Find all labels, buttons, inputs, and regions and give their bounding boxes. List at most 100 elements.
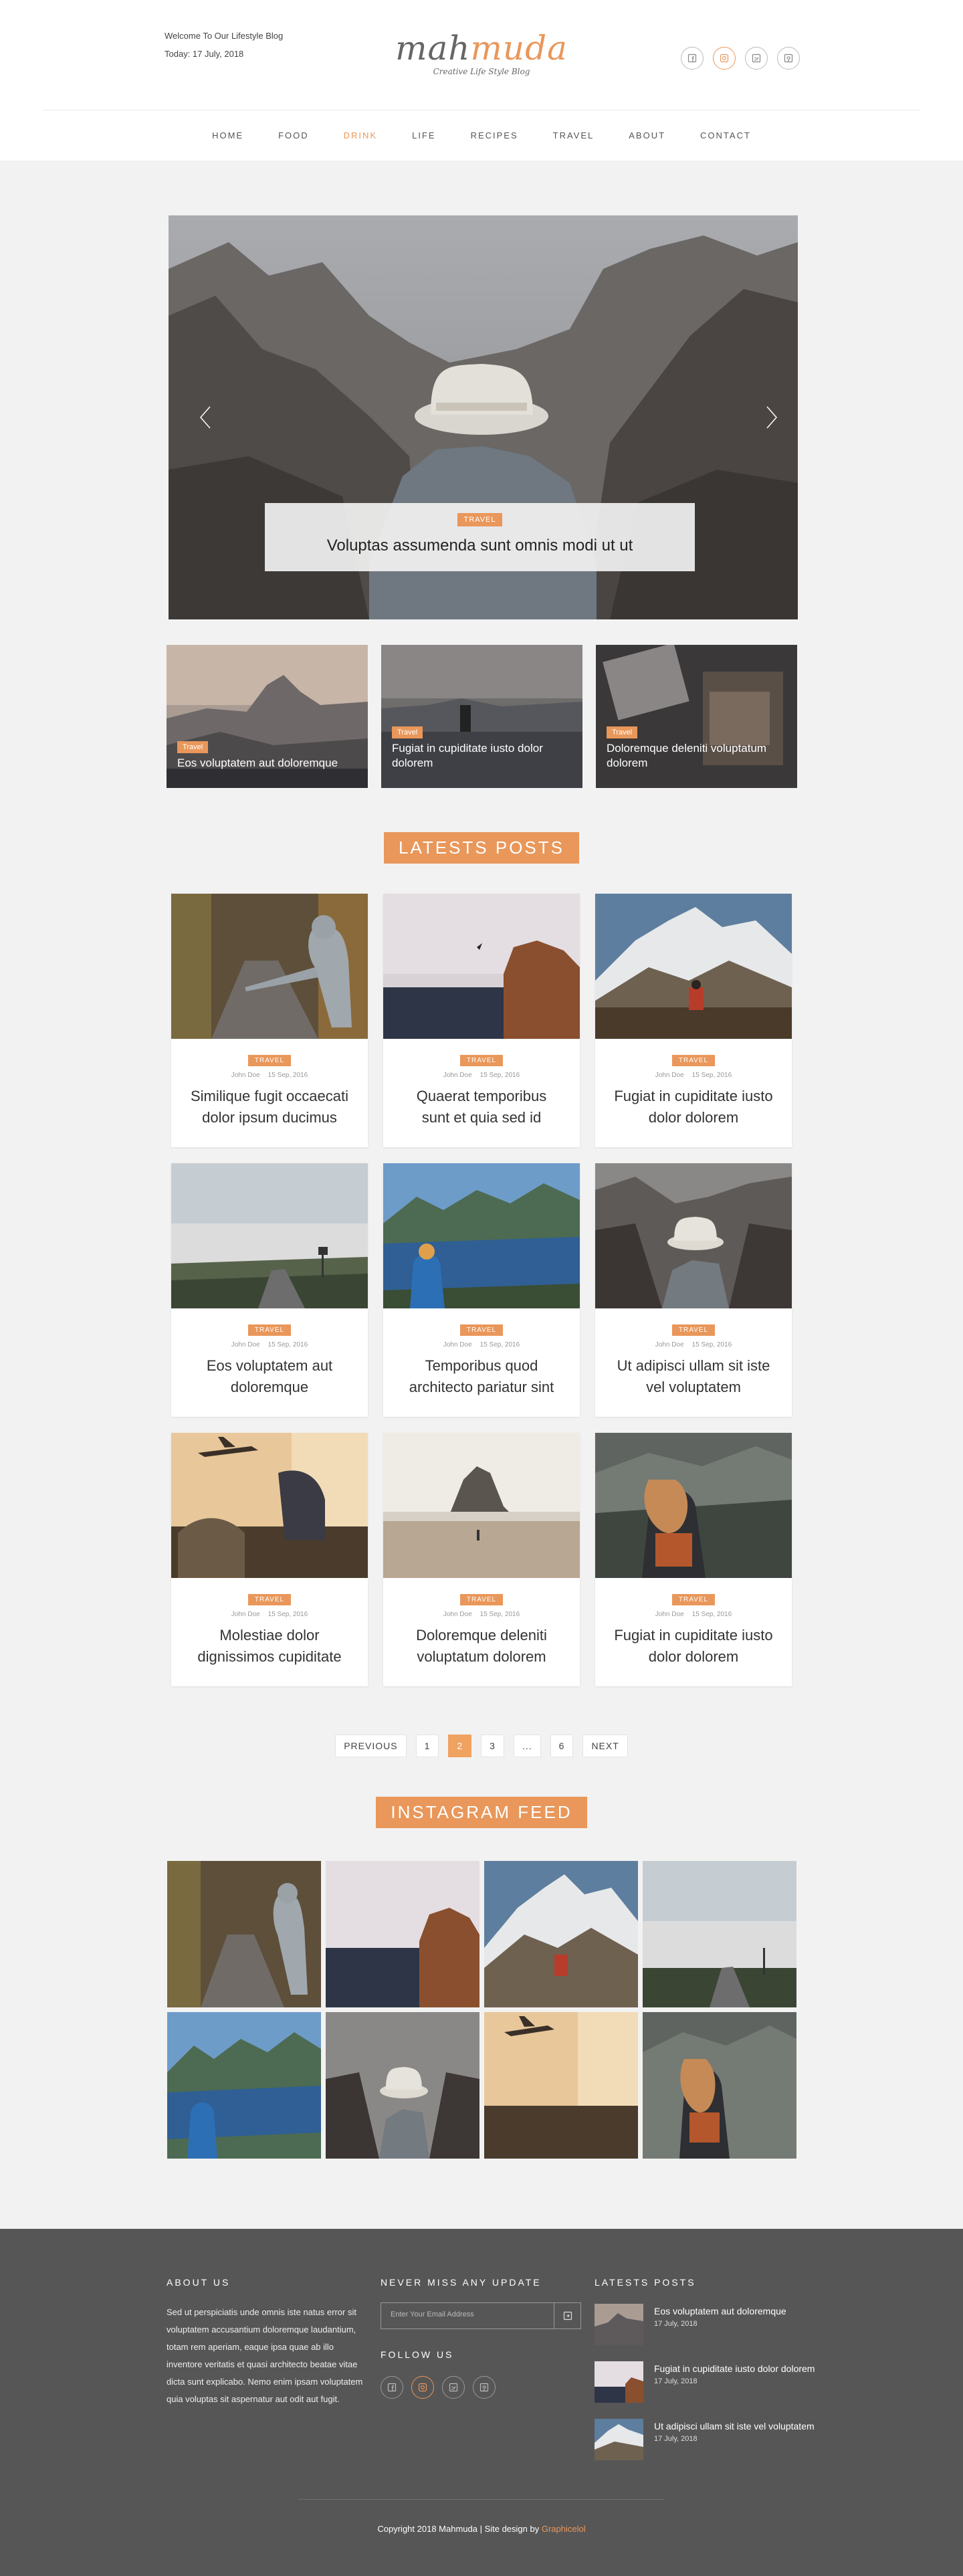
post-tag[interactable]: TRAVEL <box>459 1324 504 1336</box>
post-author[interactable]: John Doe <box>443 1611 472 1618</box>
nav-life[interactable]: LIFE <box>395 130 453 140</box>
nav-contact[interactable]: CONTACT <box>683 130 768 140</box>
facebook-icon[interactable] <box>381 2376 403 2399</box>
nav-recipes[interactable]: RECIPES <box>453 130 536 140</box>
pagination-page[interactable]: 1 <box>415 1735 439 1757</box>
post-author[interactable]: John Doe <box>655 1341 684 1349</box>
nav-about[interactable]: ABOUT <box>611 130 683 140</box>
instagram-photo[interactable] <box>326 2012 479 2159</box>
footer-latest-item[interactable]: Ut adipisci ullam sit iste vel voluptate… <box>595 2419 815 2460</box>
post-tag[interactable]: TRAVEL <box>247 1055 292 1066</box>
instagram-photo[interactable] <box>167 1861 321 2007</box>
post-card[interactable]: TRAVEL John Doe 15 Sep, 2016 Fugiat in cu… <box>595 1433 792 1686</box>
post-title[interactable]: Temporibus quod architecto pariatur sint <box>401 1355 562 1398</box>
post-author[interactable]: John Doe <box>655 1072 684 1079</box>
post-title[interactable]: Similique fugit occaecati dolor ipsum du… <box>189 1086 350 1128</box>
footer-latest-title[interactable]: Ut adipisci ullam sit iste vel voluptate… <box>654 2419 815 2434</box>
nav-drink[interactable]: DRINK <box>326 130 395 140</box>
pinterest-icon[interactable] <box>473 2376 496 2399</box>
post-tag[interactable]: TRAVEL <box>247 1594 292 1605</box>
post-card[interactable]: TRAVEL John Doe 15 Sep, 2016 Quaerat temp… <box>383 894 580 1147</box>
nav-food[interactable]: FOOD <box>261 130 326 140</box>
footer-latest-item[interactable]: Eos voluptatem aut doloremque 17 July, 20… <box>595 2304 815 2345</box>
latest-posts-heading: LATESTS POSTS <box>0 832 963 864</box>
post-title[interactable]: Molestiae dolor dignissimos cupiditate <box>189 1625 350 1668</box>
post-author[interactable]: John Doe <box>231 1341 260 1349</box>
latest-posts-title: LATESTS POSTS <box>383 832 579 864</box>
instagram-photo[interactable] <box>643 2012 796 2159</box>
instagram-photo[interactable] <box>643 1861 796 2007</box>
post-card[interactable]: TRAVEL John Doe 15 Sep, 2016 Similique fu… <box>171 894 368 1147</box>
instagram-grid <box>167 1861 796 2159</box>
featured-title[interactable]: Eos voluptatem aut doloremque <box>177 756 361 771</box>
post-card[interactable]: TRAVEL John Doe 15 Sep, 2016 Doloremque d… <box>383 1433 580 1686</box>
post-tag[interactable]: TRAVEL <box>671 1055 716 1066</box>
featured-card[interactable]: Travel Eos voluptatem aut doloremque <box>167 645 368 788</box>
post-tag[interactable]: TRAVEL <box>459 1594 504 1605</box>
post-title[interactable]: Doloremque deleniti voluptatum dolorem <box>401 1625 562 1668</box>
footer-latest-title[interactable]: Fugiat in cupiditate iusto dolor dolorem <box>654 2361 815 2376</box>
post-card[interactable]: TRAVEL John Doe 15 Sep, 2016 Fugiat in cu… <box>595 894 792 1147</box>
post-title[interactable]: Eos voluptatem aut doloremque <box>189 1355 350 1398</box>
designer-link[interactable]: Graphicelol <box>542 2524 586 2534</box>
twitter-icon[interactable] <box>745 47 768 70</box>
nav-travel[interactable]: TRAVEL <box>536 130 612 140</box>
post-tag[interactable]: TRAVEL <box>671 1594 716 1605</box>
instagram-icon[interactable] <box>411 2376 434 2399</box>
slider-prev-arrow-icon[interactable] <box>195 403 215 432</box>
post-card[interactable]: TRAVEL John Doe 15 Sep, 2016 Ut adipisci … <box>595 1163 792 1417</box>
post-card[interactable]: TRAVEL John Doe 15 Sep, 2016 Temporibus q… <box>383 1163 580 1417</box>
post-tag[interactable]: TRAVEL <box>459 1055 504 1066</box>
pinterest-icon[interactable] <box>777 47 800 70</box>
instagram-photo[interactable] <box>484 1861 638 2007</box>
instagram-photo[interactable] <box>326 1861 479 2007</box>
slider-next-arrow-icon[interactable] <box>762 403 782 432</box>
post-tag[interactable]: TRAVEL <box>671 1324 716 1336</box>
pagination-page[interactable]: 6 <box>550 1735 574 1757</box>
email-field[interactable]: Enter Your Email Address <box>381 2303 554 2329</box>
nav-home[interactable]: HOME <box>195 130 261 140</box>
facebook-icon[interactable] <box>681 47 704 70</box>
site-logo[interactable]: mahmuda Creative Life Style Blog <box>0 29 963 76</box>
post-author[interactable]: John Doe <box>443 1072 472 1079</box>
subscribe-button[interactable] <box>554 2303 580 2329</box>
footer-latest-item[interactable]: Fugiat in cupiditate iusto dolor dolorem… <box>595 2361 815 2403</box>
hero-slider[interactable]: TRAVEL Voluptas assumenda sunt omnis mod… <box>169 215 798 619</box>
pagination-page[interactable]: 3 <box>481 1735 504 1757</box>
post-author[interactable]: John Doe <box>655 1611 684 1618</box>
featured-tag[interactable]: Travel <box>177 741 209 753</box>
featured-tag[interactable]: Travel <box>607 726 638 738</box>
post-author[interactable]: John Doe <box>231 1611 260 1618</box>
instagram-photo[interactable] <box>167 2012 321 2159</box>
pagination-previous[interactable]: PREVIOUS <box>335 1735 407 1757</box>
post-card[interactable]: TRAVEL John Doe 15 Sep, 2016 Eos voluptat… <box>171 1163 368 1417</box>
featured-card[interactable]: Travel Doloremque deleniti voluptatum do… <box>596 645 797 788</box>
hero-title[interactable]: Voluptas assumenda sunt omnis modi ut ut <box>265 536 695 555</box>
post-author[interactable]: John Doe <box>231 1072 260 1079</box>
pagination-next[interactable]: NEXT <box>582 1735 628 1757</box>
post-title[interactable]: Ut adipisci ullam sit iste vel voluptate… <box>613 1355 774 1398</box>
post-image <box>595 894 792 1039</box>
post-tag[interactable]: TRAVEL <box>247 1324 292 1336</box>
post-card[interactable]: TRAVEL John Doe 15 Sep, 2016 Molestiae do… <box>171 1433 368 1686</box>
featured-title[interactable]: Fugiat in cupiditate iusto dolor dolorem <box>392 741 576 771</box>
pagination-page-current[interactable]: 2 <box>448 1735 472 1757</box>
post-title[interactable]: Fugiat in cupiditate iusto dolor dolorem <box>613 1625 774 1668</box>
post-title[interactable]: Quaerat temporibus sunt et quia sed id <box>401 1086 562 1128</box>
twitter-icon[interactable] <box>442 2376 465 2399</box>
post-body: TRAVEL John Doe 15 Sep, 2016 Doloremque d… <box>383 1578 580 1668</box>
post-image <box>171 894 368 1039</box>
hero-category-tag[interactable]: TRAVEL <box>457 513 503 526</box>
instagram-photo[interactable] <box>484 2012 638 2159</box>
post-author[interactable]: John Doe <box>443 1341 472 1349</box>
post-title[interactable]: Fugiat in cupiditate iusto dolor dolorem <box>613 1086 774 1128</box>
instagram-icon[interactable] <box>713 47 736 70</box>
pagination: PREVIOUS 1 2 3 ... 6 NEXT <box>0 1735 963 1757</box>
featured-caption: Travel Eos voluptatem aut doloremque <box>177 740 361 771</box>
footer-latest-title[interactable]: Eos voluptatem aut doloremque <box>654 2304 786 2318</box>
footer-about-text: Sed ut perspiciatis unde omnis iste natu… <box>167 2307 363 2404</box>
featured-card[interactable]: Travel Fugiat in cupiditate iusto dolor … <box>381 645 582 788</box>
featured-tag[interactable]: Travel <box>392 726 423 738</box>
featured-title[interactable]: Doloremque deleniti voluptatum dolorem <box>607 741 790 771</box>
post-image <box>383 1163 580 1308</box>
